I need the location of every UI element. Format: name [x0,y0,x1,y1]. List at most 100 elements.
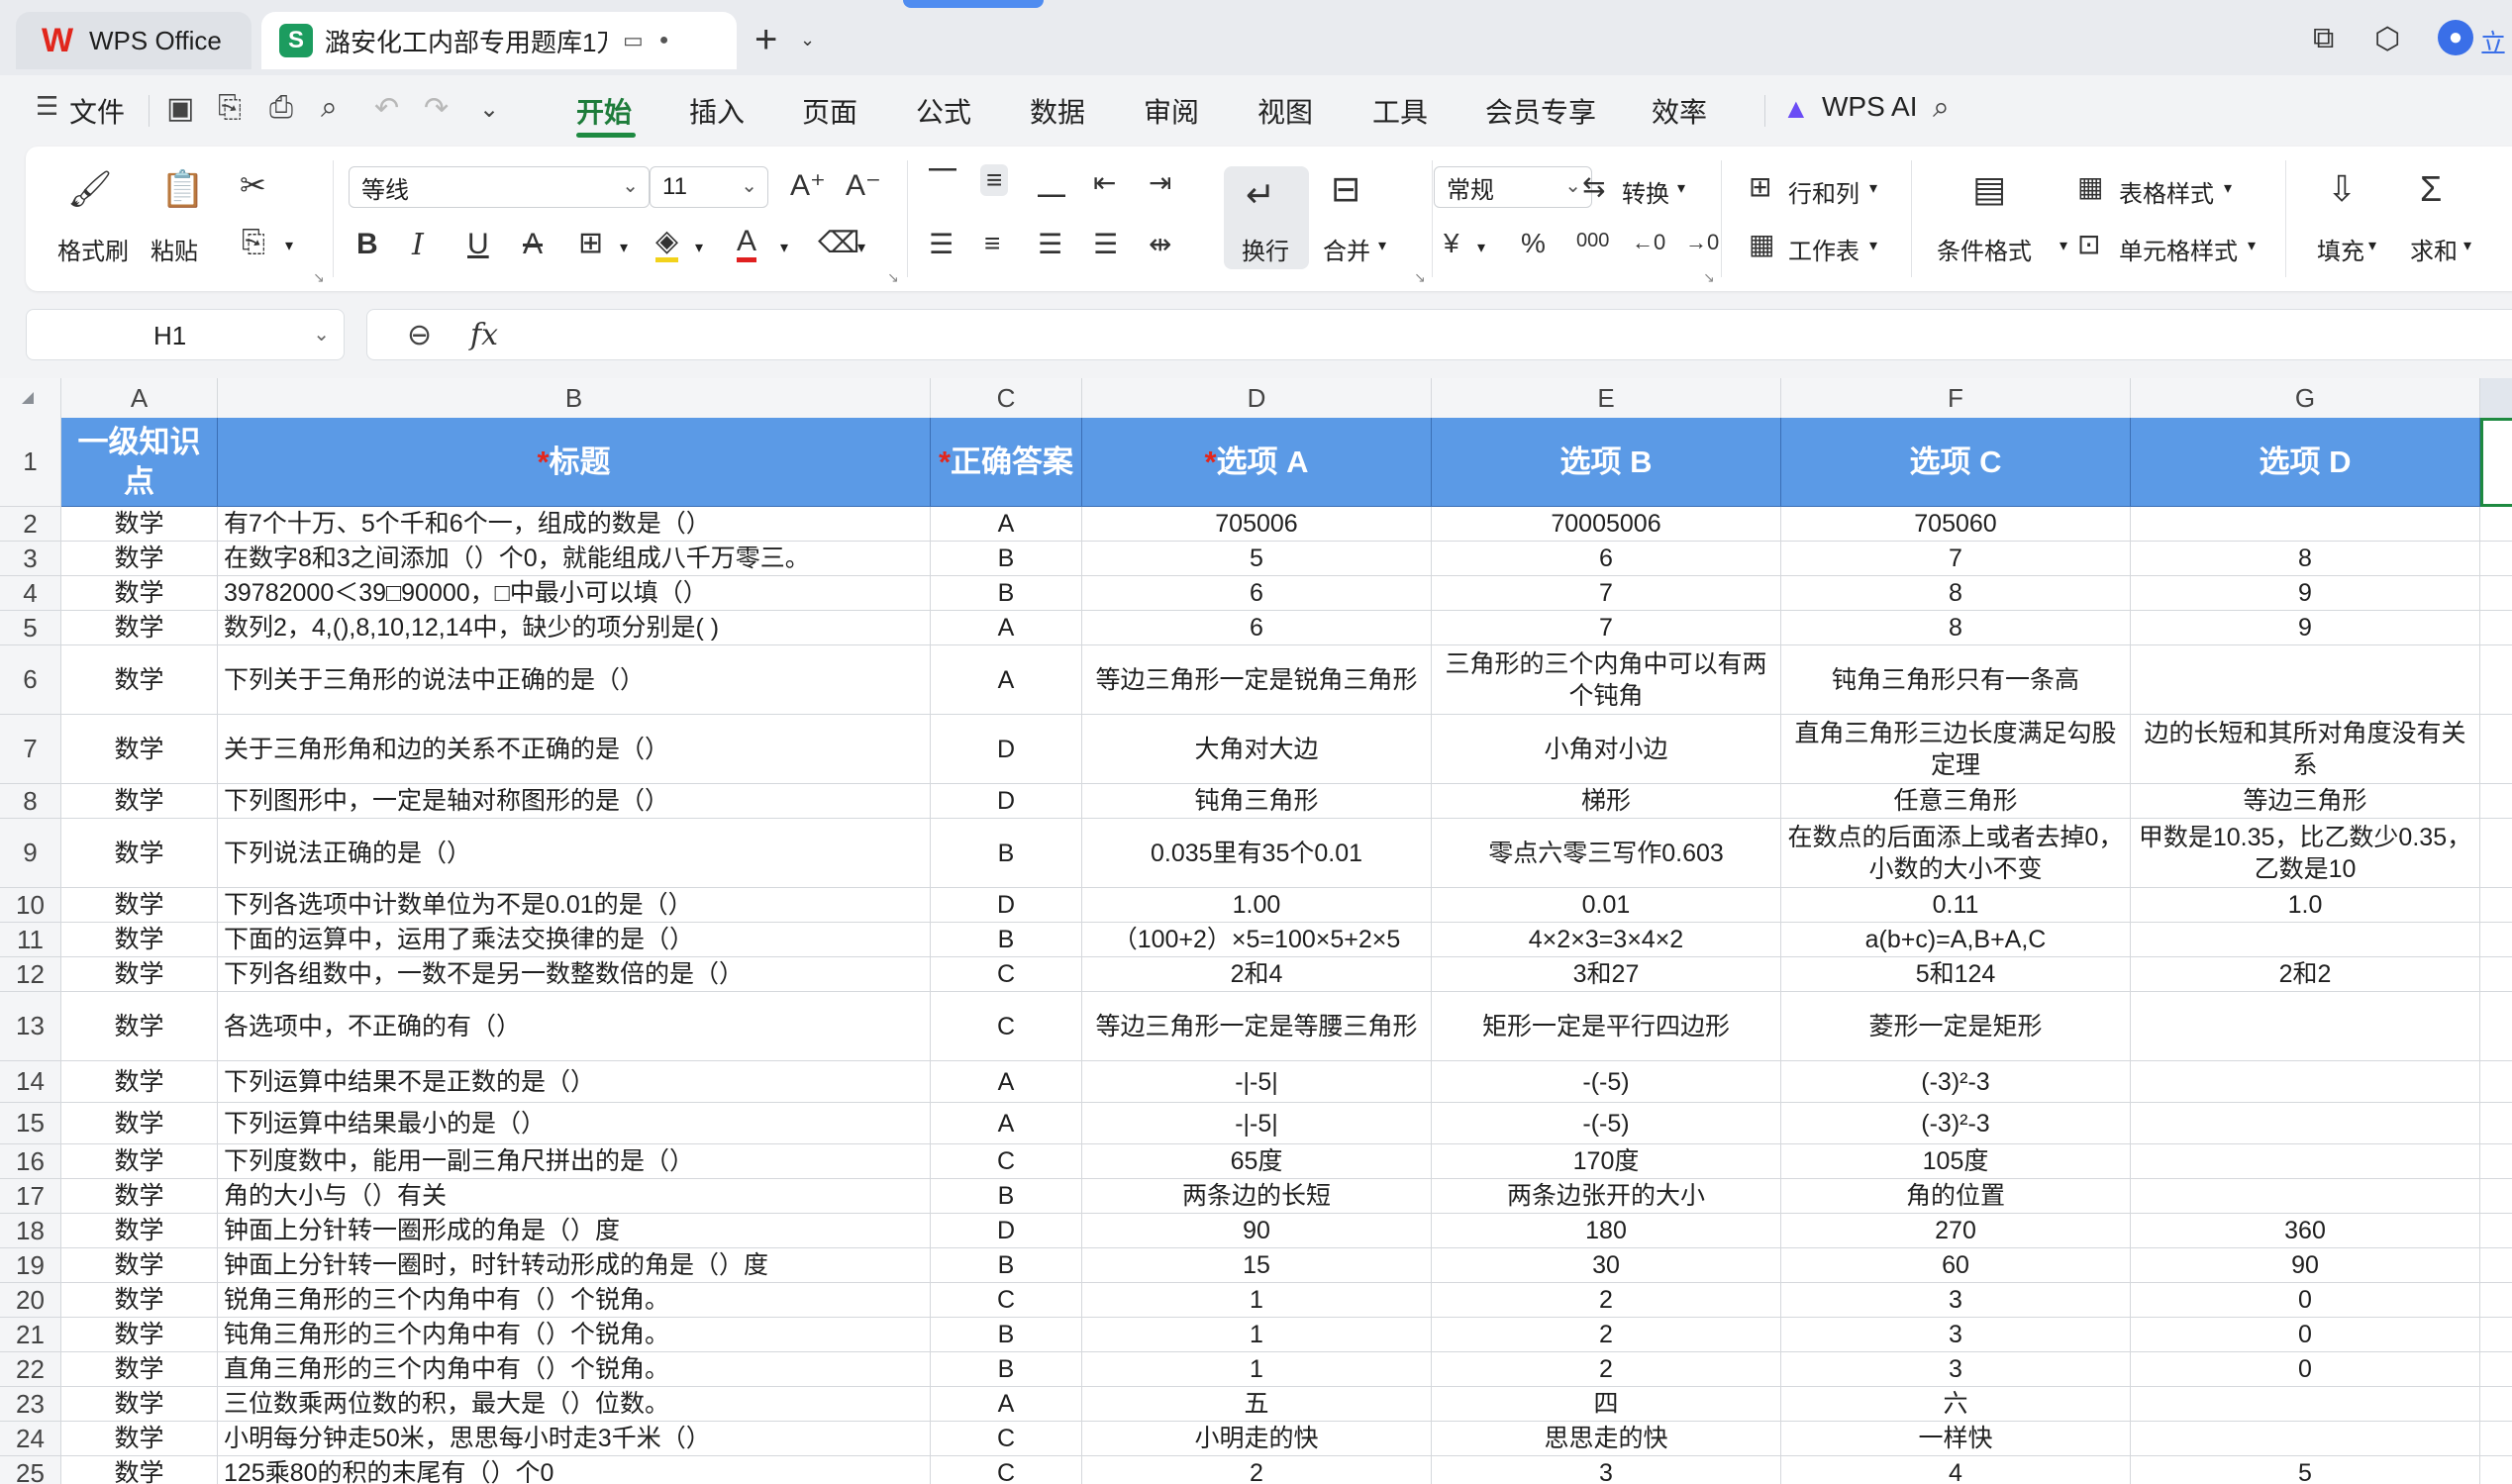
cell-c[interactable]: C [931,1422,1082,1456]
cell-a[interactable]: 数学 [61,819,218,888]
user-avatar-icon[interactable]: ● [2438,20,2473,55]
export-icon[interactable]: ⎘ [218,91,242,125]
cell-g[interactable] [2131,992,2480,1061]
distribute-icon[interactable]: ⇹ [1149,228,1171,260]
conditional-format-icon[interactable]: ▤ [1972,168,2006,210]
cell-f[interactable]: 8 [1781,611,2131,645]
cell-b[interactable]: 下列各组数中，一数不是另一数整数倍的是（） [218,957,931,992]
cell-b[interactable]: 直角三角形的三个内角中有（）个锐角。 [218,1352,931,1387]
cell-g[interactable]: 8 [2131,542,2480,576]
cell-style-icon[interactable]: ⊡ [2077,228,2100,260]
cell-f[interactable]: 705060 [1781,507,2131,542]
cell-a[interactable]: 数学 [61,957,218,992]
cell-c[interactable]: A [931,1061,1082,1103]
cell-g[interactable] [2131,645,2480,715]
cell-b[interactable]: 关于三角形角和边的关系不正确的是（） [218,715,931,784]
cell-c[interactable]: A [931,611,1082,645]
cell-b[interactable]: 下列各选项中计数单位为不是0.01的是（） [218,888,931,923]
worksheet-icon[interactable]: ▦ [1749,228,1774,260]
row-header[interactable]: 23 [0,1387,61,1422]
cell-d[interactable]: 1 [1082,1318,1432,1352]
formula-input[interactable]: ⊖ fx [366,309,2512,360]
unsaved-dot-icon[interactable]: ● [659,32,669,49]
name-box[interactable]: H1 ⌄ [26,309,345,360]
cell-c[interactable]: D [931,1214,1082,1248]
cell-g[interactable]: 9 [2131,611,2480,645]
row-header[interactable]: 3 [0,542,61,576]
zoom-icon[interactable]: ⊖ [407,318,432,352]
row-header[interactable]: 18 [0,1214,61,1248]
cell-d[interactable]: 钝角三角形 [1082,784,1432,819]
cell-e[interactable]: 零点六零三写作0.603 [1432,819,1781,888]
cell-d[interactable]: 6 [1082,611,1432,645]
cell-c[interactable]: B [931,576,1082,611]
cell-g[interactable]: 0 [2131,1352,2480,1387]
menu-data[interactable]: 数据 [1030,91,1085,131]
clear-chevron-icon[interactable]: ▾ [857,238,865,257]
cell-a[interactable]: 数学 [61,1283,218,1318]
cell-b[interactable]: 钟面上分针转一圈形成的角是（）度 [218,1214,931,1248]
align-middle-icon[interactable]: ≡ [980,164,1009,196]
cell-h[interactable] [2480,1179,2512,1214]
search-icon[interactable]: ⌕ [1933,91,1950,125]
copy-icon[interactable]: ⎘ [242,226,265,259]
redo-icon[interactable]: ↷ [424,91,449,126]
menu-efficiency[interactable]: 效率 [1652,91,1707,131]
column-header-e[interactable]: E [1432,378,1781,418]
cell-h[interactable] [2480,1144,2512,1179]
cell-a[interactable]: 数学 [61,1422,218,1456]
cell-g[interactable] [2131,923,2480,957]
cell-f[interactable]: 5和124 [1781,957,2131,992]
table-style-icon[interactable]: ▦ [2077,170,2103,203]
cell-h[interactable] [2480,1214,2512,1248]
alignment-dialog-icon[interactable]: ↘ [1414,269,1426,286]
format-painter-button[interactable]: 格式刷 [57,232,129,266]
cell-c[interactable]: B [931,923,1082,957]
cell-g[interactable]: 5 [2131,1456,2480,1484]
cell-d[interactable]: 1.00 [1082,888,1432,923]
cell-f[interactable]: 3 [1781,1352,2131,1387]
border-chevron-icon[interactable]: ▾ [620,238,628,257]
row-header[interactable]: 21 [0,1318,61,1352]
cell-h[interactable] [2480,784,2512,819]
font-color-icon[interactable]: A [737,226,757,262]
cell-b[interactable]: 在数字8和3之间添加（）个0，就能组成八千万零三。 [218,542,931,576]
column-header-g[interactable]: G [2131,378,2480,418]
cell-e[interactable]: 3和27 [1432,957,1781,992]
cell-d[interactable]: 等边三角形一定是锐角三角形 [1082,645,1432,715]
print-preview-icon[interactable]: ⌕ [321,91,338,125]
cell-a[interactable]: 数学 [61,784,218,819]
cell-b[interactable]: 数列2，4,(),8,10,12,14中，缺少的项分别是( ) [218,611,931,645]
cell-f[interactable]: 3 [1781,1318,2131,1352]
cell-f[interactable]: 六 [1781,1387,2131,1422]
cell-b[interactable]: 下列运算中结果不是正数的是（） [218,1061,931,1103]
conditional-format-chevron-icon[interactable]: ▾ [2060,236,2067,255]
cell-a[interactable]: 数学 [61,1061,218,1103]
decrease-font-icon[interactable]: A⁻ [846,168,881,203]
login-link[interactable]: 立 [2480,24,2506,60]
table-style-button[interactable]: 表格样式 [2119,174,2214,209]
cell-f[interactable]: a(b+c)=A,B+A,C [1781,923,2131,957]
cell-a[interactable]: 数学 [61,1248,218,1283]
cell-e[interactable]: -(-5) [1432,1103,1781,1144]
cell-a[interactable]: 数学 [61,1179,218,1214]
cell-d[interactable]: 小明走的快 [1082,1422,1432,1456]
cell-f[interactable]: 4 [1781,1456,2131,1484]
cell-f[interactable]: 270 [1781,1214,2131,1248]
cell-b[interactable]: 下列图形中，一定是轴对称图形的是（） [218,784,931,819]
row-header[interactable]: 15 [0,1103,61,1144]
cell-e[interactable]: 170度 [1432,1144,1781,1179]
cell-c[interactable]: B [931,1179,1082,1214]
row-header[interactable]: 1 [0,418,61,507]
select-all-corner[interactable] [0,378,61,418]
column-header-f[interactable]: F [1781,378,2131,418]
cell-h[interactable] [2480,542,2512,576]
cell-d[interactable]: -|-5| [1082,1103,1432,1144]
cell-h[interactable] [2480,715,2512,784]
cell-g[interactable] [2131,1179,2480,1214]
cut-icon[interactable]: ✂ [240,166,266,204]
header-cell-e[interactable]: 选项 B [1432,418,1781,507]
row-header[interactable]: 24 [0,1422,61,1456]
cell-e[interactable]: 2 [1432,1352,1781,1387]
merge-icon[interactable]: ⊟ [1331,168,1360,210]
